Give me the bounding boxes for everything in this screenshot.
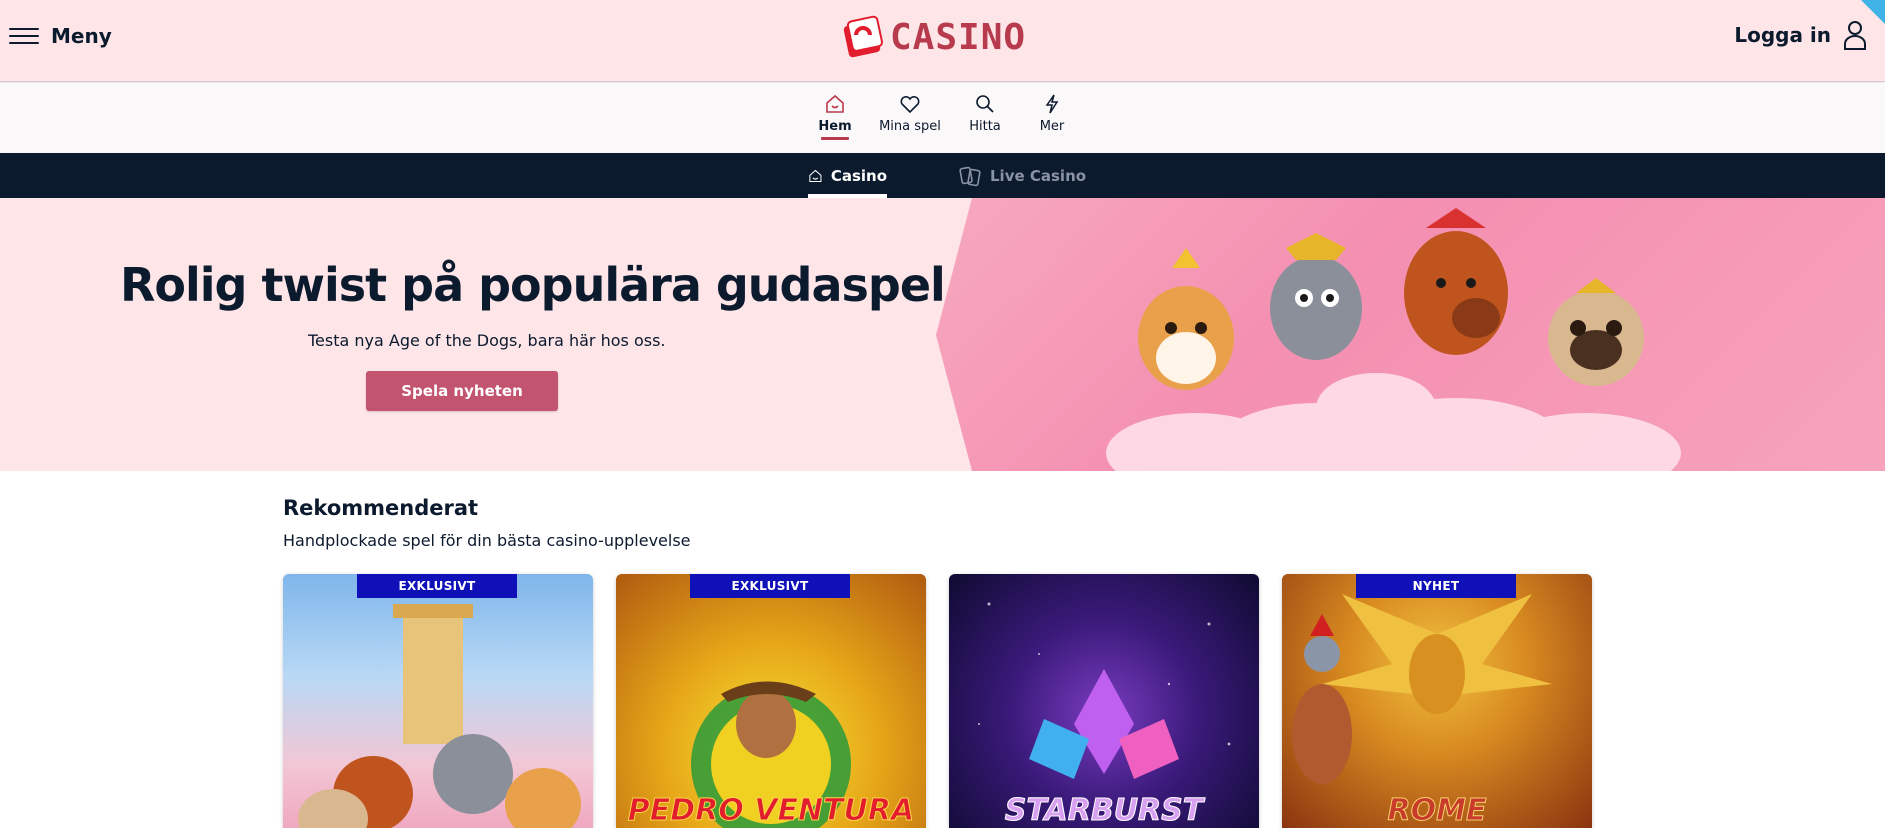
subnav-item-hem[interactable]: Hem [808,93,862,140]
game-artwork [978,602,1231,779]
heart-icon [900,95,920,114]
game-card[interactable]: EXKLUSIVT PEDRO VENTURA [616,574,926,828]
active-indicator [821,137,849,140]
game-title: PEDRO VENTURA [627,793,915,828]
corner-ribbon [1861,0,1885,24]
tab-casino[interactable]: Casino [808,153,887,198]
menu-label: Meny [51,24,112,48]
logo-mark-icon [843,15,884,58]
dog-character [1548,278,1644,386]
game-title: STARBURST [1004,793,1204,828]
user-icon [1844,21,1866,50]
game-card[interactable]: EXKLUSIVT [283,574,593,828]
subnav-item-mina-spel[interactable]: Mina spel [875,93,945,140]
hamburger-icon [9,25,39,47]
game-artwork [1292,594,1552,784]
tab-live-casino[interactable]: Live Casino [958,153,1086,198]
exclusive-badge: EXKLUSIVT [690,574,850,598]
search-icon [976,95,994,113]
dog-character [1138,248,1234,390]
hero-title: Rolig twist på populära gudaspel [120,258,946,312]
login-label: Logga in [1734,23,1831,47]
hero-illustration [1106,208,1681,471]
hero-subtitle: Testa nya Age of the Dogs, bara här hos … [308,331,666,350]
dog-character [1270,233,1362,360]
top-header: Meny CASINO Logga in [0,0,1885,82]
live-casino-icon [959,166,981,186]
casino-tab-bar: Casino Live Casino [0,153,1885,198]
game-card-row: EXKLUSIVT EXKLUSIVT PEDRO VENTURA STARBU… [283,574,1593,828]
subnav-label: Hem [818,119,852,134]
section-title: Rekommenderat [283,496,479,520]
game-card[interactable]: STARBURST [949,574,1259,828]
game-artwork [691,681,851,828]
subnav-label: Mer [1039,119,1065,134]
hero-artwork [936,198,1885,471]
casino-logo[interactable]: CASINO [842,14,1026,60]
sub-navigation: Hem Mina spel Hitta Mer [0,83,1885,153]
tab-label: Casino [830,166,887,185]
game-card[interactable]: NYHET ROME [1282,574,1592,828]
login-button[interactable]: Logga in [1734,20,1867,50]
casino-home-icon [809,169,822,182]
section-subtitle: Handplockade spel för din bästa casino-u… [283,531,691,550]
dog-character [1404,208,1508,355]
subnav-item-mer[interactable]: Mer [1025,93,1079,140]
play-new-button[interactable]: Spela nyheten [366,371,558,411]
tab-label: Live Casino [990,166,1087,185]
lightning-icon [1045,94,1059,114]
exclusive-badge: EXKLUSIVT [357,574,517,598]
game-artwork [298,604,581,828]
subnav-item-hitta[interactable]: Hitta [958,93,1012,140]
subnav-label: Mina spel [879,119,941,134]
logo-text: CASINO [890,16,1027,58]
subnav-label: Hitta [969,119,1001,134]
hero-banner: Rolig twist på populära gudaspel Testa n… [0,198,1885,471]
home-icon [826,94,844,113]
menu-button[interactable]: Meny [9,24,112,48]
new-badge: NYHET [1356,574,1516,598]
game-title: ROME [1387,793,1487,828]
